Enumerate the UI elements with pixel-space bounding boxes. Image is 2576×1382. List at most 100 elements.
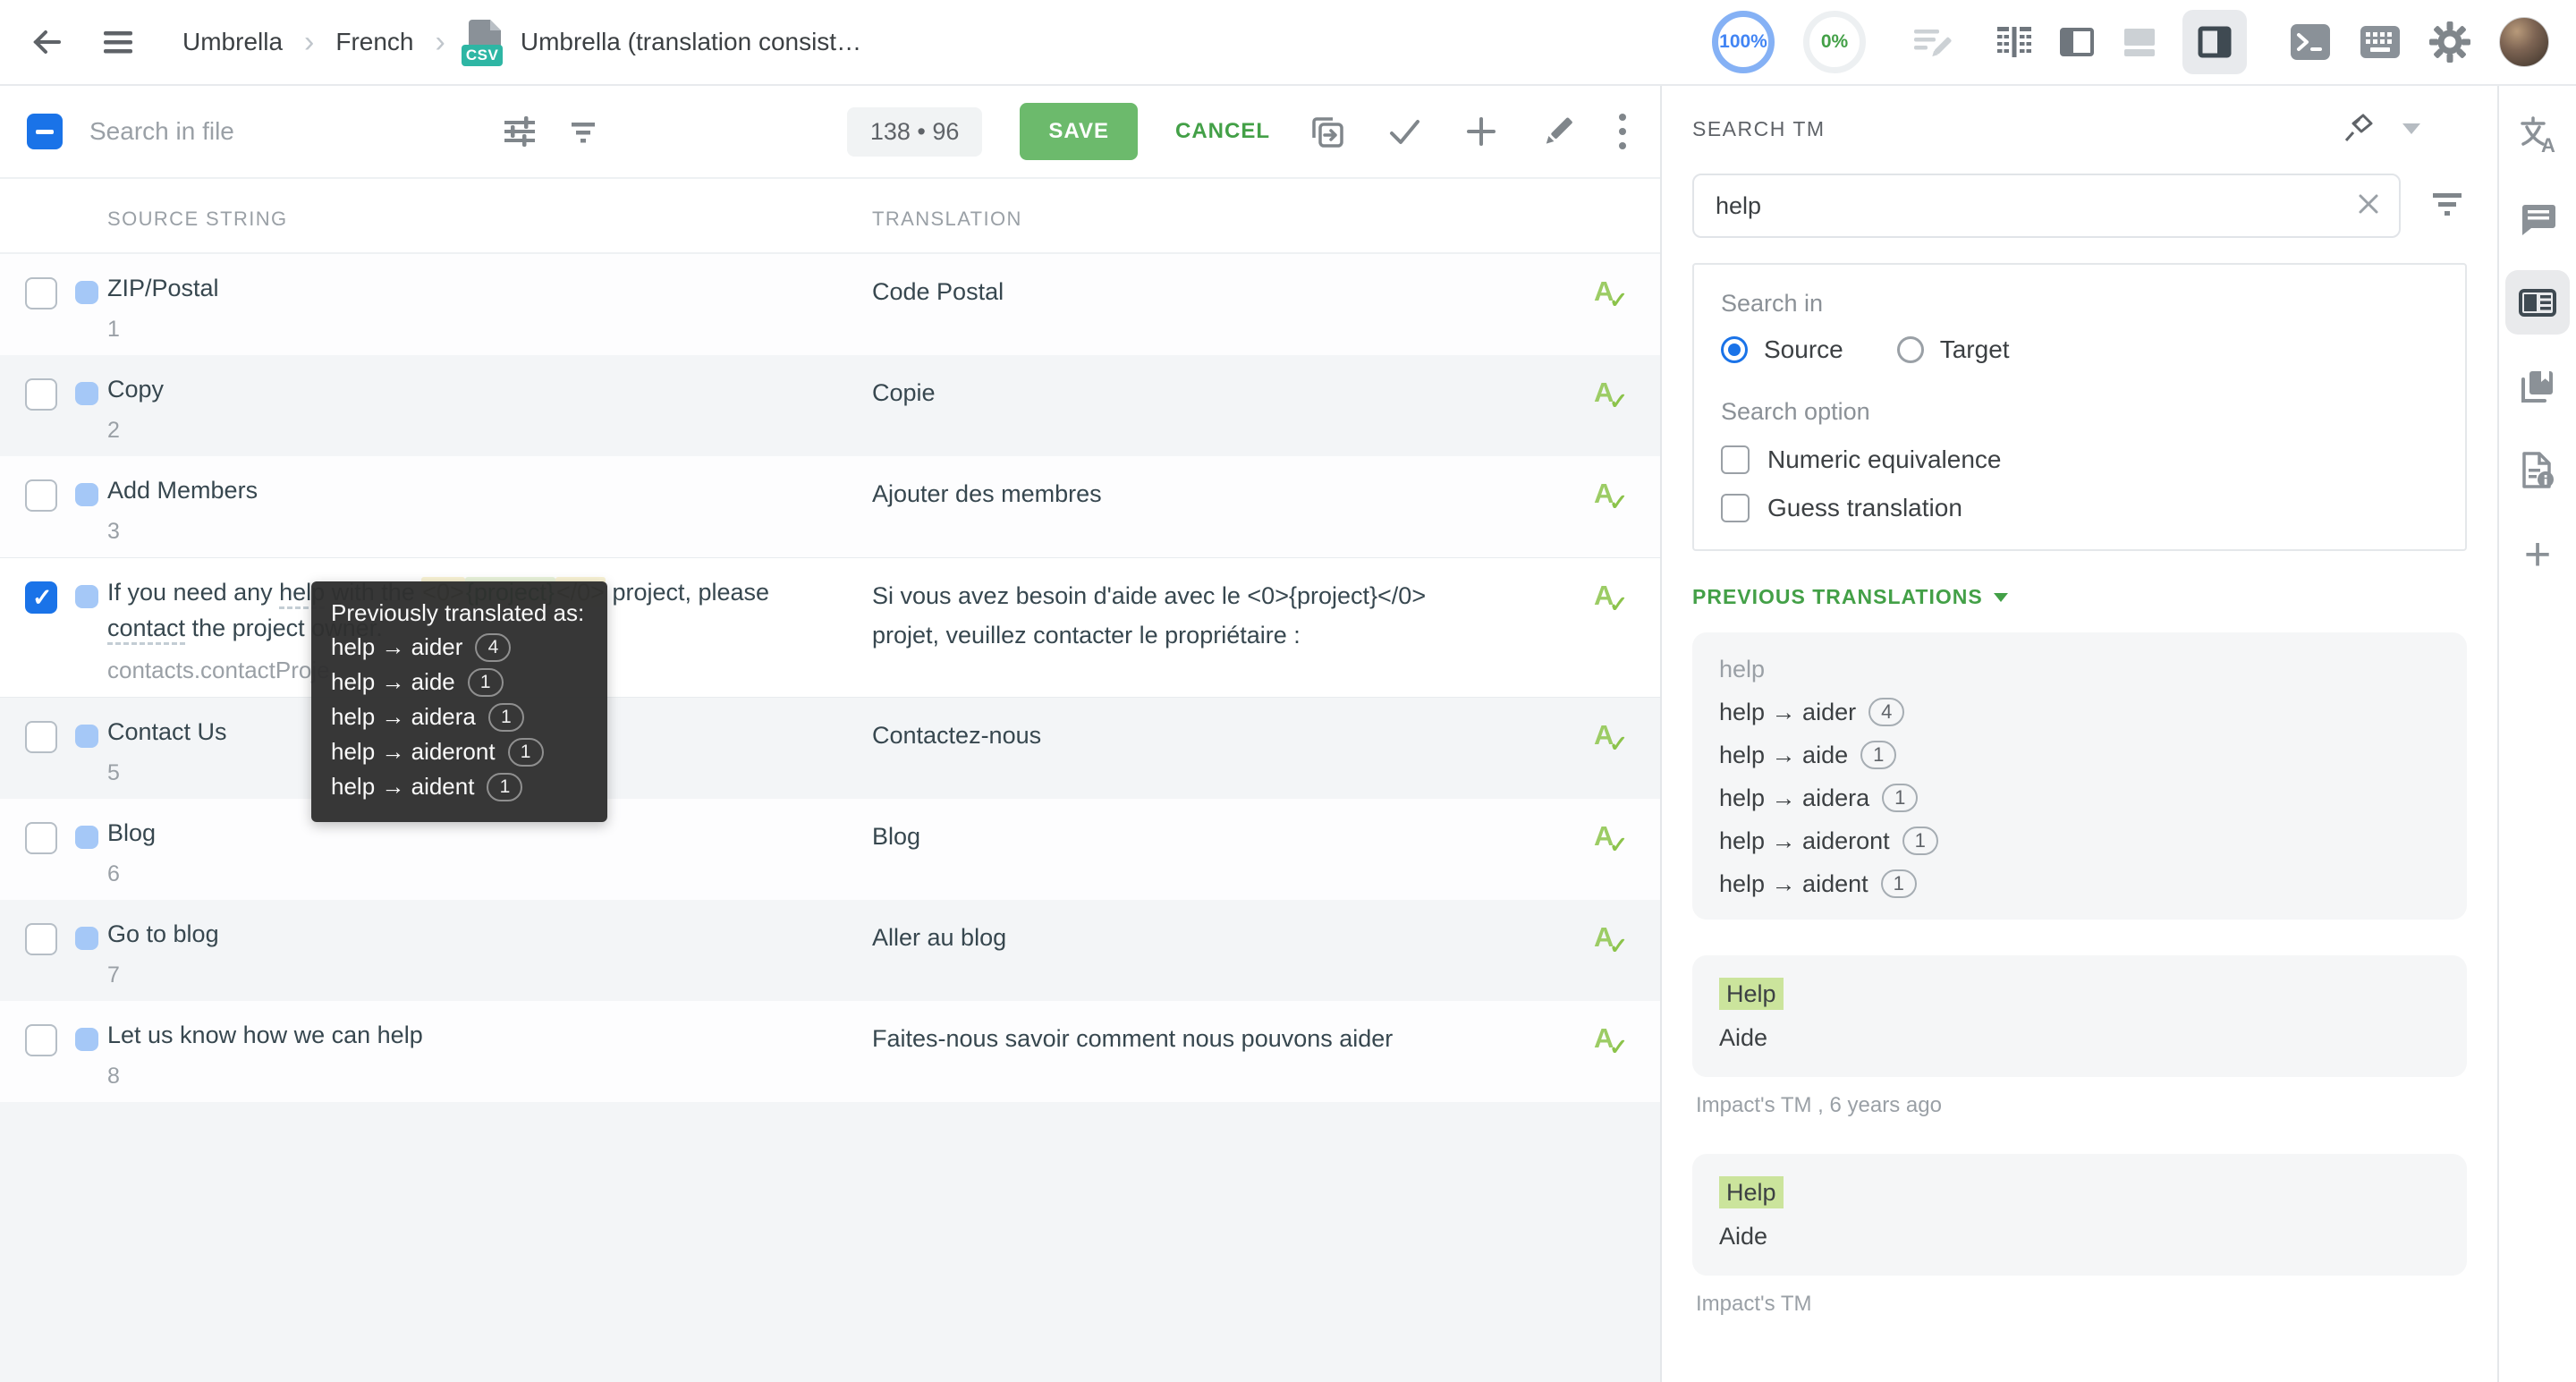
previous-translation-item[interactable]: help → aider4 (1719, 698, 2440, 726)
draft-pencil-icon[interactable] (1911, 22, 1953, 62)
right-panel-icon[interactable] (2182, 10, 2247, 74)
previous-translations-toggle[interactable]: PREVIOUS TRANSLATIONS (1692, 585, 2467, 609)
string-status-indicator (75, 585, 98, 608)
row-checkbox[interactable] (25, 923, 57, 955)
breadcrumb-project[interactable]: Umbrella (182, 28, 283, 56)
filter-icon[interactable] (565, 114, 601, 149)
string-id: 8 (107, 1064, 1660, 1089)
add-icon[interactable] (1462, 112, 1501, 151)
previous-translation-item[interactable]: help → aidera1 (1719, 784, 2440, 812)
row-checkbox[interactable] (25, 581, 57, 614)
table-row[interactable]: Contact Us5Contactez-nousA✓ (0, 698, 1660, 799)
previous-translation-item[interactable]: help → aident1 (1719, 869, 2440, 898)
tooltip-pair: help → aident (331, 769, 474, 804)
tm-result-card[interactable]: HelpAide (1692, 1154, 2467, 1276)
pin-icon[interactable] (2340, 111, 2376, 147)
tm-icon[interactable] (2505, 270, 2570, 335)
comments-icon[interactable] (2505, 186, 2570, 250)
previous-translation-item[interactable]: help → aide1 (1719, 741, 2440, 769)
radio-target[interactable]: Target (1897, 335, 2010, 364)
checkbox-guess-translation[interactable]: Guess translation (1721, 494, 2438, 522)
clear-icon[interactable] (2352, 188, 2385, 225)
table-row[interactable]: ZIP/Postal1Code PostalA✓ (0, 254, 1660, 355)
row-checkbox[interactable] (25, 378, 57, 411)
row-checkbox[interactable] (25, 822, 57, 854)
string-id: 6 (107, 861, 1660, 887)
select-all-checkbox[interactable] (27, 114, 63, 149)
radio-source-label: Source (1764, 335, 1843, 364)
table-row[interactable]: Go to blog 7 Aller au blog A✓ (0, 900, 1660, 1001)
count-badge: 1 (488, 703, 524, 732)
tm-filter-icon[interactable] (2428, 186, 2467, 226)
approved-icon: A✓ (1594, 820, 1633, 860)
avatar[interactable] (2499, 17, 2549, 67)
translated-progress-badge[interactable]: 100% (1712, 11, 1775, 73)
tune-icon[interactable] (501, 113, 538, 150)
bottom-panel-icon[interactable] (2120, 22, 2159, 62)
count-badge: 4 (475, 633, 511, 662)
translation-pair: help → aident (1719, 870, 1868, 898)
translation-text: Ajouter des membres (872, 474, 1453, 513)
copy-source-icon[interactable] (1308, 112, 1347, 151)
tm-result-target: Aide (1719, 1024, 2440, 1052)
radio-icon (1721, 336, 1748, 363)
breadcrumb-language[interactable]: French (335, 28, 413, 56)
table-row[interactable]: Blog6BlogA✓ (0, 799, 1660, 900)
translate-icon[interactable]: A (2505, 102, 2570, 166)
tm-search-input[interactable] (1692, 174, 2401, 238)
tm-search-options: Search in Source Target Search option Nu… (1692, 263, 2467, 551)
string-id: 7 (107, 962, 1660, 988)
table-row[interactable]: Add Members3Ajouter des membresA✓ (0, 456, 1660, 557)
source-string-text: Go to blog (107, 916, 787, 952)
kebab-menu-icon[interactable] (1615, 110, 1630, 153)
count-badge: 1 (468, 668, 504, 697)
source-string-text: Add Members (107, 472, 787, 508)
table-row[interactable]: Copy2CopieA✓ (0, 355, 1660, 456)
approved-icon: A✓ (1594, 478, 1633, 517)
table-row[interactable]: If you need any help with the <0>{projec… (0, 557, 1660, 698)
approved-icon: A✓ (1594, 377, 1633, 416)
terminal-icon[interactable] (2290, 23, 2331, 61)
source-string-text: Copy (107, 371, 787, 407)
keyboard-icon[interactable] (2360, 25, 2401, 59)
string-status-indicator (75, 1028, 98, 1051)
edit-icon[interactable] (1538, 112, 1578, 151)
search-input[interactable] (89, 117, 474, 146)
table-row[interactable]: Let us know how we can help8Faites-nous … (0, 1001, 1660, 1102)
breadcrumb-file[interactable]: CSV Umbrella (translation consist… (467, 18, 861, 66)
tm-result-card[interactable]: HelpAide (1692, 955, 2467, 1077)
chevron-down-icon[interactable] (2402, 123, 2420, 134)
approve-icon[interactable] (1385, 112, 1424, 151)
side-by-side-icon[interactable] (2057, 22, 2097, 62)
source-string-text: Let us know how we can help (107, 1017, 787, 1053)
checkbox-numeric-equivalence[interactable]: Numeric equivalence (1721, 445, 2438, 474)
previous-translation-item[interactable]: help → aideront1 (1719, 827, 2440, 855)
row-checkbox[interactable] (25, 277, 57, 309)
row-checkbox[interactable] (25, 721, 57, 753)
count-badge: 4 (1868, 698, 1904, 726)
tm-result-meta: Impact's TM , 6 years ago (1692, 1093, 2467, 1118)
check-icon: ✓ (1609, 287, 1628, 314)
translation-text: Aller au blog (872, 918, 1453, 957)
file-info-icon[interactable] (2505, 438, 2570, 503)
back-icon[interactable] (27, 22, 66, 62)
row-checkbox[interactable] (25, 1024, 57, 1056)
tm-panel-title: SEARCH TM (1692, 117, 1826, 141)
table-header: SOURCE STRING TRANSLATION (0, 179, 1660, 254)
approved-icon: A✓ (1594, 921, 1633, 961)
previous-translations-title: PREVIOUS TRANSLATIONS (1692, 585, 1983, 609)
menu-icon[interactable] (100, 24, 136, 60)
tooltip-pair: help → aidera (331, 699, 476, 734)
string-id: 2 (107, 418, 1660, 444)
svg-text:A: A (2541, 134, 2555, 156)
split-view-icon[interactable] (1995, 22, 2034, 62)
approved-progress-badge[interactable]: 0% (1803, 11, 1866, 73)
add-panel-icon[interactable]: + (2505, 522, 2570, 587)
tm-result-meta: Impact's TM (1692, 1292, 2467, 1317)
gear-icon[interactable] (2429, 21, 2470, 63)
row-checkbox[interactable] (25, 479, 57, 512)
radio-source[interactable]: Source (1721, 335, 1843, 364)
glossary-icon[interactable] (2505, 354, 2570, 419)
save-button[interactable]: SAVE (1020, 103, 1138, 160)
cancel-button[interactable]: CANCEL (1175, 119, 1270, 144)
